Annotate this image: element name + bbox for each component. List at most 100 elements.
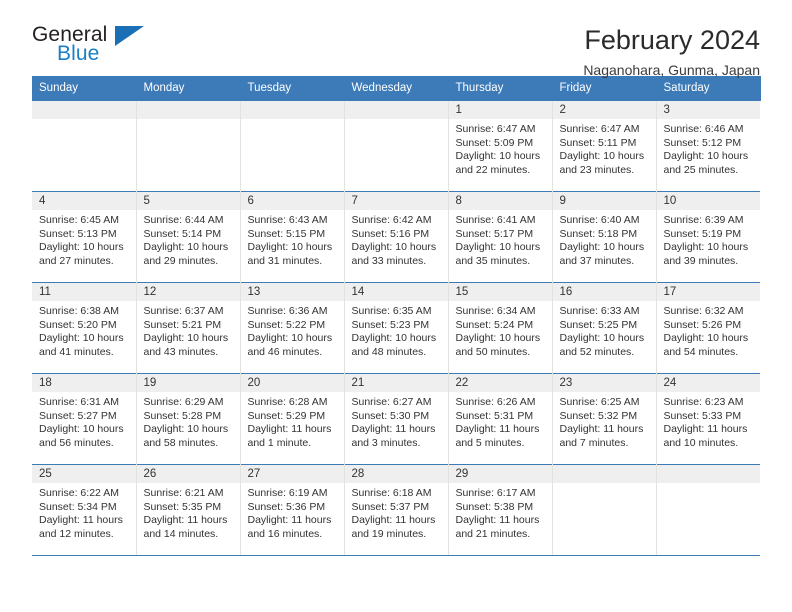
- daylight-text-line2: and 3 minutes.: [351, 436, 421, 449]
- daylight-text-line2: and 46 minutes.: [247, 345, 323, 358]
- calendar-day-cell[interactable]: 26 Sunrise: 6:21 AM Sunset: 5:35 PM Dayligh…: [136, 464, 241, 556]
- sunset-text: Sunset: 5:15 PM: [247, 227, 326, 240]
- day-details: Sunrise: 6:37 AM Sunset: 5:21 PM Daylight:…: [137, 301, 240, 359]
- sunset-text: Sunset: 5:27 PM: [39, 409, 117, 422]
- calendar-day-cell[interactable]: 18 Sunrise: 6:31 AM Sunset: 5:27 PM Dayligh…: [32, 373, 137, 465]
- calendar-day-cell[interactable]: 29 Sunrise: 6:17 AM Sunset: 5:38 PM Dayligh…: [448, 464, 553, 556]
- daylight-text-line2: and 21 minutes.: [455, 527, 531, 540]
- calendar-day-cell[interactable]: 14 Sunrise: 6:35 AM Sunset: 5:23 PM Dayligh…: [344, 282, 449, 374]
- calendar-day-cell[interactable]: 28 Sunrise: 6:18 AM Sunset: 5:37 PM Dayligh…: [344, 464, 449, 556]
- daylight-text-line1: Daylight: 10 hours: [559, 332, 645, 345]
- calendar-day-cell[interactable]: 25 Sunrise: 6:22 AM Sunset: 5:34 PM Dayligh…: [32, 464, 137, 556]
- sunset-text: Sunset: 5:34 PM: [39, 500, 117, 513]
- day-details: Sunrise: 6:47 AM Sunset: 5:11 PM Daylight:…: [553, 119, 656, 177]
- day-details: Sunrise: 6:32 AM Sunset: 5:26 PM Daylight:…: [657, 301, 761, 359]
- calendar-day-cell[interactable]: 2 Sunrise: 6:47 AM Sunset: 5:11 PM Daylight…: [552, 100, 657, 192]
- daylight-text-line1: Daylight: 11 hours: [351, 423, 436, 436]
- day-number: [552, 465, 656, 483]
- sunrise-text: Sunrise: 6:17 AM: [455, 487, 536, 499]
- day-number: 16: [552, 283, 656, 301]
- calendar-day-cell[interactable]: 27 Sunrise: 6:19 AM Sunset: 5:36 PM Dayligh…: [240, 464, 345, 556]
- day-number: 17: [656, 283, 760, 301]
- sunrise-text: Sunrise: 6:34 AM: [455, 305, 536, 317]
- calendar-day-cell[interactable]: 12 Sunrise: 6:37 AM Sunset: 5:21 PM Dayligh…: [136, 282, 241, 374]
- daylight-text-line2: and 50 minutes.: [455, 345, 531, 358]
- day-number: 8: [448, 192, 552, 210]
- daylight-text-line2: and 16 minutes.: [247, 527, 323, 540]
- daylight-text-line2: and 56 minutes.: [39, 436, 114, 449]
- calendar-day-cell[interactable]: 11 Sunrise: 6:38 AM Sunset: 5:20 PM Dayligh…: [32, 282, 137, 374]
- brand-logo[interactable]: General Blue: [32, 24, 147, 70]
- daylight-text-line1: Daylight: 10 hours: [663, 241, 749, 254]
- calendar-day-cell[interactable]: 4 Sunrise: 6:45 AM Sunset: 5:13 PM Daylight…: [32, 191, 137, 283]
- day-details: Sunrise: 6:46 AM Sunset: 5:12 PM Daylight:…: [657, 119, 761, 177]
- sunset-text: Sunset: 5:09 PM: [455, 136, 534, 149]
- calendar-day-cell[interactable]: 19 Sunrise: 6:29 AM Sunset: 5:28 PM Dayligh…: [136, 373, 241, 465]
- calendar-day-cell[interactable]: 6 Sunrise: 6:43 AM Sunset: 5:15 PM Daylight…: [240, 191, 345, 283]
- day-number: 11: [32, 283, 136, 301]
- calendar-cell-empty: [136, 100, 241, 192]
- calendar-day-cell[interactable]: 23 Sunrise: 6:25 AM Sunset: 5:32 PM Dayligh…: [552, 373, 657, 465]
- weekday-header-thursday: Thursday: [448, 76, 553, 101]
- sunset-text: Sunset: 5:32 PM: [559, 409, 638, 422]
- sunset-text: Sunset: 5:19 PM: [663, 227, 742, 240]
- calendar-day-cell[interactable]: 24 Sunrise: 6:23 AM Sunset: 5:33 PM Dayligh…: [656, 373, 760, 465]
- sunset-text: Sunset: 5:29 PM: [247, 409, 326, 422]
- day-number: 24: [656, 374, 760, 392]
- page-title: February 2024: [584, 25, 760, 55]
- calendar-day-cell[interactable]: 21 Sunrise: 6:27 AM Sunset: 5:30 PM Dayligh…: [344, 373, 449, 465]
- calendar-day-cell[interactable]: 5 Sunrise: 6:44 AM Sunset: 5:14 PM Daylight…: [136, 191, 241, 283]
- calendar-day-cell[interactable]: 7 Sunrise: 6:42 AM Sunset: 5:16 PM Daylight…: [344, 191, 449, 283]
- weekday-header-wednesday: Wednesday: [344, 76, 449, 101]
- day-number: 25: [32, 465, 136, 483]
- day-details: Sunrise: 6:26 AM Sunset: 5:31 PM Daylight:…: [449, 392, 552, 450]
- daylight-text-line2: and 31 minutes.: [247, 254, 323, 267]
- day-number: [136, 101, 240, 119]
- day-details: Sunrise: 6:47 AM Sunset: 5:09 PM Daylight:…: [449, 119, 552, 177]
- day-details: Sunrise: 6:19 AM Sunset: 5:36 PM Daylight:…: [241, 483, 344, 541]
- daylight-text-line1: Daylight: 10 hours: [247, 332, 333, 345]
- day-number: 13: [240, 283, 344, 301]
- calendar-day-cell[interactable]: 17 Sunrise: 6:32 AM Sunset: 5:26 PM Dayligh…: [656, 282, 761, 374]
- calendar-day-cell[interactable]: 9 Sunrise: 6:40 AM Sunset: 5:18 PM Daylight…: [552, 191, 657, 283]
- calendar-day-cell[interactable]: 16 Sunrise: 6:33 AM Sunset: 5:25 PM Dayligh…: [552, 282, 657, 374]
- day-number: 3: [656, 101, 760, 119]
- daylight-text-line2: and 33 minutes.: [351, 254, 427, 267]
- weekday-header-monday: Monday: [136, 76, 241, 101]
- sunrise-text: Sunrise: 6:31 AM: [39, 396, 119, 408]
- daylight-text-line1: Daylight: 10 hours: [351, 241, 437, 254]
- calendar-day-cell[interactable]: 22 Sunrise: 6:26 AM Sunset: 5:31 PM Dayligh…: [448, 373, 553, 465]
- day-details: Sunrise: 6:40 AM Sunset: 5:18 PM Daylight:…: [553, 210, 656, 268]
- calendar-day-cell[interactable]: 13 Sunrise: 6:36 AM Sunset: 5:22 PM Dayligh…: [240, 282, 345, 374]
- daylight-text-line2: and 19 minutes.: [351, 527, 427, 540]
- sunrise-text: Sunrise: 6:47 AM: [455, 123, 536, 135]
- calendar-cell-empty: [344, 100, 449, 192]
- calendar-week-row: 18 Sunrise: 6:31 AM Sunset: 5:27 PM Dayligh…: [32, 373, 760, 465]
- daylight-text-line2: and 23 minutes.: [559, 163, 635, 176]
- daylight-text-line2: and 41 minutes.: [39, 345, 114, 358]
- sunrise-text: Sunrise: 6:46 AM: [663, 123, 744, 135]
- day-number: [344, 101, 448, 119]
- calendar-day-cell[interactable]: 10 Sunrise: 6:39 AM Sunset: 5:19 PM Dayligh…: [656, 191, 760, 283]
- sunset-text: Sunset: 5:23 PM: [351, 318, 430, 331]
- calendar-cell-empty: [32, 100, 137, 192]
- day-details: Sunrise: 6:25 AM Sunset: 5:32 PM Daylight:…: [553, 392, 656, 450]
- day-number: 7: [344, 192, 448, 210]
- sunrise-text: Sunrise: 6:45 AM: [39, 214, 119, 226]
- daylight-text-line2: and 43 minutes.: [143, 345, 219, 358]
- day-number: 22: [448, 374, 552, 392]
- calendar-day-cell[interactable]: 20 Sunrise: 6:28 AM Sunset: 5:29 PM Dayligh…: [240, 373, 345, 465]
- weekday-header-tuesday: Tuesday: [240, 76, 345, 101]
- day-details: Sunrise: 6:35 AM Sunset: 5:23 PM Daylight:…: [345, 301, 448, 359]
- daylight-text-line1: Daylight: 10 hours: [663, 332, 749, 345]
- calendar-day-cell[interactable]: 15 Sunrise: 6:34 AM Sunset: 5:24 PM Dayligh…: [448, 282, 553, 374]
- day-number: 15: [448, 283, 552, 301]
- sunset-text: Sunset: 5:11 PM: [559, 136, 637, 149]
- calendar-day-cell[interactable]: 1 Sunrise: 6:47 AM Sunset: 5:09 PM Daylight…: [448, 100, 553, 192]
- sunset-text: Sunset: 5:22 PM: [247, 318, 326, 331]
- sunset-text: Sunset: 5:17 PM: [455, 227, 534, 240]
- calendar-day-cell[interactable]: 3 Sunrise: 6:46 AM Sunset: 5:12 PM Daylight…: [656, 100, 761, 192]
- sunset-text: Sunset: 5:12 PM: [663, 136, 742, 149]
- calendar-day-cell[interactable]: 8 Sunrise: 6:41 AM Sunset: 5:17 PM Daylight…: [448, 191, 553, 283]
- day-details: Sunrise: 6:43 AM Sunset: 5:15 PM Daylight:…: [241, 210, 344, 268]
